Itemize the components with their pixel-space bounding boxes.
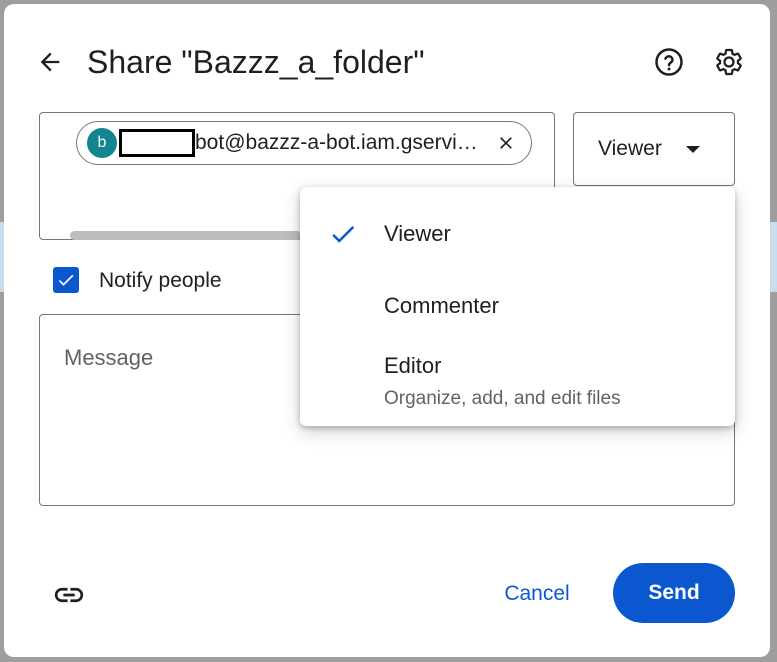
recipient-avatar: b: [87, 128, 117, 158]
send-button[interactable]: Send: [613, 563, 735, 623]
copy-link-button[interactable]: [48, 576, 90, 614]
recipient-chip[interactable]: b bot@bazzz-a-bot.iam.gservi…: [76, 121, 532, 165]
role-menu: Viewer Commenter Editor Organize, add, a…: [300, 187, 735, 426]
menu-item-viewer[interactable]: Viewer: [300, 205, 735, 265]
role-select-value: Viewer: [598, 137, 662, 160]
backdrop-strip-right: [770, 222, 777, 292]
link-icon: [54, 587, 84, 603]
help-icon: [655, 48, 683, 76]
notify-checkbox[interactable]: [53, 267, 79, 293]
recipient-email: bot@bazzz-a-bot.iam.gservi…: [195, 131, 478, 154]
message-placeholder: Message: [64, 345, 154, 370]
remove-recipient-button[interactable]: [491, 128, 521, 158]
help-button[interactable]: [652, 45, 686, 79]
redacted-block: [119, 129, 195, 157]
cancel-button[interactable]: Cancel: [492, 572, 582, 616]
horizontal-scrollbar[interactable]: [70, 231, 302, 240]
gear-icon: [716, 48, 742, 76]
notify-label: Notify people: [99, 269, 222, 292]
settings-button[interactable]: [711, 44, 747, 80]
menu-item-description: Organize, add, and edit files: [384, 388, 621, 409]
menu-item-editor[interactable]: Editor Organize, add, and edit files: [300, 345, 735, 417]
menu-item-label: Commenter: [384, 293, 499, 318]
back-arrow-icon: [40, 52, 60, 72]
role-select[interactable]: Viewer: [573, 112, 735, 186]
back-button[interactable]: [32, 44, 68, 80]
menu-item-commenter[interactable]: Commenter: [300, 279, 735, 335]
dropdown-caret-icon: [685, 145, 700, 153]
close-icon: [500, 137, 512, 149]
share-dialog: Share "Bazzz_a_folder" b bot@bazzz-a-bot…: [4, 4, 770, 657]
menu-item-label: Viewer: [384, 221, 451, 246]
checkmark-icon: [58, 274, 74, 286]
dialog-title: Share "Bazzz_a_folder": [87, 44, 425, 80]
menu-item-label: Editor: [384, 353, 442, 378]
check-icon: [332, 225, 355, 243]
